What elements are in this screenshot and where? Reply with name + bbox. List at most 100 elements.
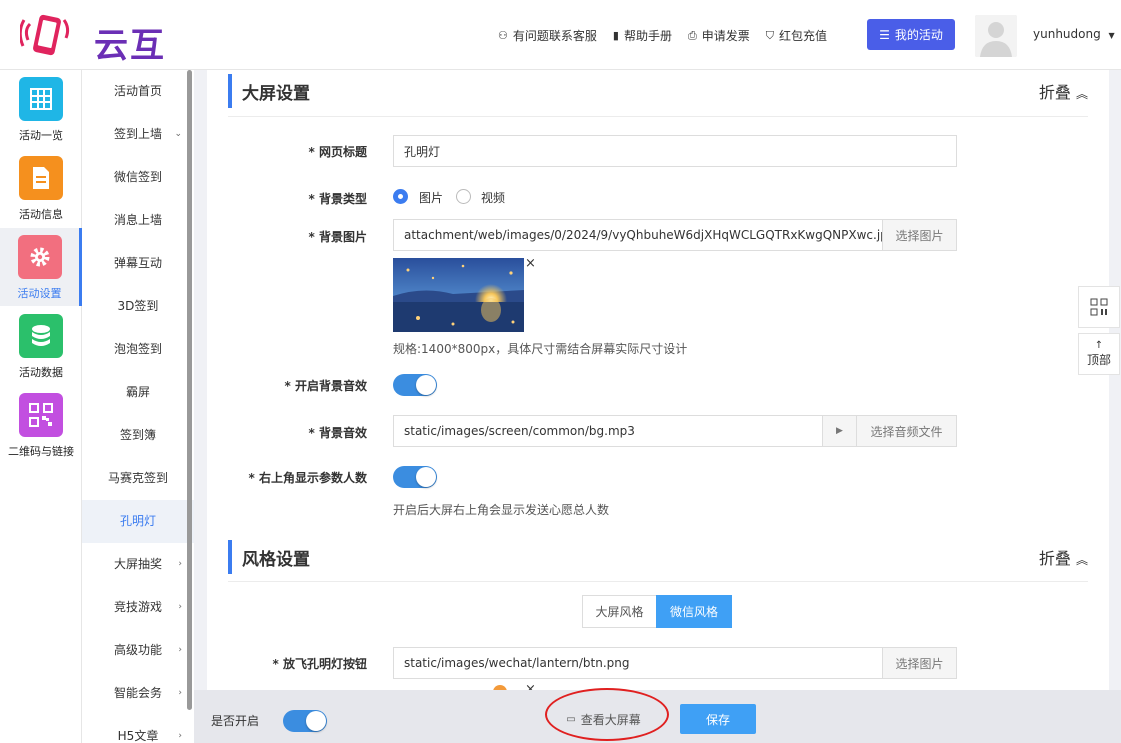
save-label: 保存 <box>705 712 730 727</box>
bg-image-value: attachment/web/images/0/2024/9/vyQhbuheW… <box>404 228 896 242</box>
sidebar2-item[interactable]: 竞技游戏 › <box>82 586 194 629</box>
page-title-input[interactable]: 孔明灯 <box>393 135 957 167</box>
tab-wechat-style[interactable]: 微信风格 <box>656 595 732 628</box>
sidebar2-item[interactable]: 活动首页 <box>82 70 194 113</box>
support-link[interactable]: ⚇ 有问题联系客服 <box>498 27 597 44</box>
sidebar2-item[interactable]: 消息上墙 <box>82 199 194 242</box>
my-activity-button[interactable]: ☰ 我的活动 <box>867 19 955 50</box>
choose-audio-label: 选择音频文件 <box>870 424 943 439</box>
sidebar2-item[interactable]: 签到上墙 ⌄ <box>82 113 194 156</box>
chevron-up-icon: ︽ <box>1075 553 1088 567</box>
phone-logo-icon <box>20 14 70 56</box>
sidebar2-item[interactable]: 大屏抽奖 › <box>82 543 194 586</box>
sidebar-item-data[interactable]: 活动数据 <box>0 307 82 385</box>
sidebar2-label: 消息上墙 <box>113 213 162 227</box>
chevron-up-icon: ︽ <box>1075 87 1088 101</box>
sidebar2-item[interactable]: 马赛克签到 <box>82 457 194 500</box>
choose-image-button[interactable]: 选择图片 <box>882 647 957 679</box>
bg-sound-toggle-label: * 开启背景音效 <box>284 379 367 393</box>
sidebar2-item[interactable]: 微信签到 <box>82 156 194 199</box>
database-icon <box>19 314 63 358</box>
chevron-right-icon: › <box>178 602 182 612</box>
sidebar2-item-lantern[interactable]: 孔明灯 <box>82 500 194 543</box>
sidebar2-item[interactable]: 高级功能 › <box>82 629 194 672</box>
help-link-label: 帮助手册 <box>623 29 672 43</box>
remove-image-close-icon[interactable]: × <box>525 256 536 271</box>
redpacket-link[interactable]: ⛉ 红包充值 <box>766 27 827 44</box>
sidebar2-item[interactable]: 霸屏 <box>82 371 194 414</box>
sidebar2-label: 签到上墙 <box>113 127 162 141</box>
sidebar-scrollbar[interactable] <box>187 70 192 710</box>
tab-label: 微信风格 <box>669 605 718 619</box>
back-to-top-button[interactable]: ↑ 顶部 <box>1078 333 1120 375</box>
help-link[interactable]: ▮ 帮助手册 <box>613 27 672 44</box>
redpacket-link-label: 红包充值 <box>779 29 828 43</box>
sidebar-item-overview[interactable]: 活动一览 <box>0 70 82 148</box>
bg-type-image-radio[interactable] <box>393 189 408 204</box>
sidebar2-item[interactable]: 智能会务 › <box>82 672 194 715</box>
fold-label: 折叠 <box>1038 549 1071 568</box>
my-activity-label: 我的活动 <box>894 28 943 42</box>
bg-image-spec-hint: 规格:1400*800px，具体尺寸需结合屏幕实际尺寸设计 <box>393 342 688 356</box>
bg-type-video-radio[interactable] <box>456 189 471 204</box>
sidebar-item-label: 活动数据 <box>19 366 63 379</box>
chevron-right-icon: › <box>178 688 182 698</box>
section-divider <box>228 116 1088 117</box>
bg-sound-toggle[interactable] <box>393 374 437 396</box>
save-button[interactable]: 保存 <box>680 704 756 734</box>
bg-sound-input[interactable]: static/images/screen/common/bg.mp3 <box>393 415 823 447</box>
sidebar2-item[interactable]: H5文章 › <box>82 715 194 743</box>
arrow-up-icon: ↑ <box>1094 339 1104 351</box>
page-title-label: * 网页标题 <box>308 145 367 159</box>
enable-label: 是否开启 <box>211 714 260 728</box>
fold-toggle[interactable]: 折叠 ︽ <box>1039 545 1088 569</box>
sidebar-item-info[interactable]: 活动信息 <box>0 149 82 227</box>
sidebar2-item[interactable]: 3D签到 <box>82 285 194 328</box>
tab-screen-style[interactable]: 大屏风格 <box>582 595 657 628</box>
printer-icon: ⎙ <box>687 28 697 42</box>
enable-toggle[interactable] <box>283 710 327 732</box>
sidebar-item-settings[interactable]: 活动设置 <box>0 228 82 306</box>
remove-image-close-icon[interactable]: × <box>525 682 536 690</box>
user-silhouette-icon <box>975 15 1017 57</box>
bg-image-input[interactable]: attachment/web/images/0/2024/9/vyQhbuheW… <box>393 219 895 251</box>
lantern-button-input[interactable]: static/images/wechat/lantern/btn.png <box>393 647 883 679</box>
show-count-toggle[interactable] <box>393 466 437 488</box>
highlight-circle <box>545 688 669 741</box>
sidebar-item-label: 活动信息 <box>19 208 63 221</box>
user-menu[interactable]: yunhudong ▼ <box>1033 27 1115 41</box>
sidebar-item-label: 活动一览 <box>19 129 63 142</box>
top-header: 云互动 ⚇ 有问题联系客服 ▮ 帮助手册 ⎙ 申请发票 ⛉ 红包充值 ☰ 我的活… <box>0 0 1121 115</box>
qrcode-icon <box>1090 298 1108 316</box>
play-icon: ▶ <box>836 426 843 436</box>
invoice-link[interactable]: ⎙ 申请发票 <box>688 27 750 44</box>
sidebar2-label: 3D签到 <box>117 299 159 313</box>
username: yunhudong <box>1033 27 1101 41</box>
lantern-button-value: static/images/wechat/lantern/btn.png <box>404 656 630 670</box>
top-links: ⚇ 有问题联系客服 ▮ 帮助手册 ⎙ 申请发票 ⛉ 红包充值 <box>498 27 843 44</box>
brand-logo[interactable]: 云互动 <box>20 10 200 115</box>
section-title-screen: 大屏设置 折叠 ︽ <box>228 74 1088 108</box>
bg-type-label: * 背景类型 <box>308 192 367 206</box>
sidebar2-label: 弹幕互动 <box>113 256 162 270</box>
bg-image-label: * 背景图片 <box>308 230 367 244</box>
sidebar-item-qrcode[interactable]: 二维码与链接 <box>0 386 82 464</box>
back-to-top-label: 顶部 <box>1086 352 1111 367</box>
sidebar2-label: 霸屏 <box>125 385 150 399</box>
choose-image-button[interactable]: 选择图片 <box>882 219 957 251</box>
qrcode-float-button[interactable] <box>1078 286 1120 328</box>
sidebar2-label: 智能会务 <box>113 686 162 700</box>
sidebar2-label: 大屏抽奖 <box>113 557 162 571</box>
sidebar2-item[interactable]: 签到簿 <box>82 414 194 457</box>
qrcode-icon <box>19 393 63 437</box>
sidebar2-item[interactable]: 弹幕互动 <box>82 242 194 285</box>
avatar[interactable] <box>975 15 1017 57</box>
play-button[interactable]: ▶ <box>822 415 857 447</box>
caret-down-icon: ▼ <box>1108 31 1115 40</box>
fold-toggle[interactable]: 折叠 ︽ <box>1039 79 1088 103</box>
main-panel: 大屏设置 折叠 ︽ * 网页标题 孔明灯 * 背景类型 图片 视频 * 背景图片… <box>207 70 1109 690</box>
lantern-button-label: * 放飞孔明灯按钮 <box>272 657 367 671</box>
bg-image-preview <box>393 258 524 332</box>
choose-audio-button[interactable]: 选择音频文件 <box>856 415 957 447</box>
sidebar2-item[interactable]: 泡泡签到 <box>82 328 194 371</box>
